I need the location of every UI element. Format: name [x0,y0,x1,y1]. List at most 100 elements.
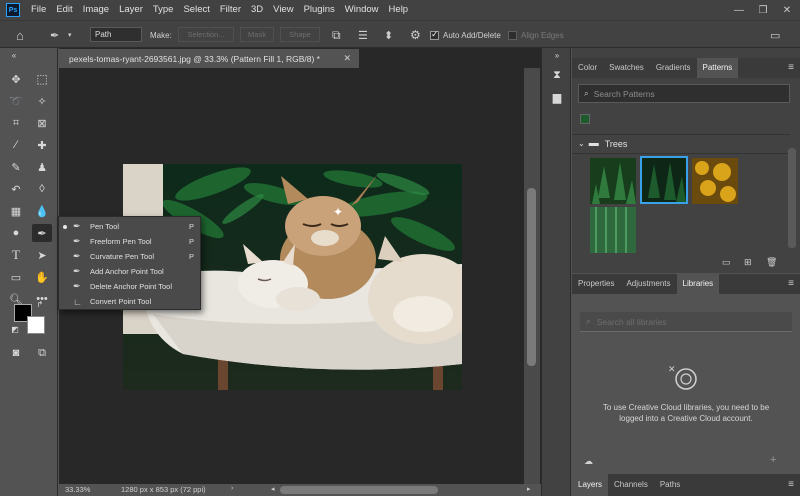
info-arrow-icon[interactable]: › [231,485,233,492]
history-panel-icon[interactable]: ⧗ [547,66,567,84]
collapse-arrows-icon[interactable]: » [547,50,567,60]
restore-icon[interactable]: ❐ [752,0,774,20]
frame-tool-icon[interactable]: ⊠ [32,114,52,132]
path-selection-tool-icon[interactable]: ➤ [32,246,52,264]
flyout-item-add-anchor[interactable]: ✒ Add Anchor Point Tool [59,264,200,279]
cloud-sync-icon[interactable]: ☁ [584,456,593,467]
search-patterns-field[interactable]: ⌕ Search Patterns [578,84,790,103]
mask-button[interactable]: Mask [240,27,274,42]
menu-view[interactable]: View [268,0,298,20]
menu-layer[interactable]: Layer [114,0,148,20]
pattern-swatch-trees-1[interactable] [590,158,636,204]
patterns-scrollbar[interactable] [788,148,796,248]
scroll-left-icon[interactable]: ◂ [271,485,275,493]
gradient-tool-icon[interactable]: ▦ [6,202,26,220]
close-icon[interactable]: ✕ [776,0,798,20]
panel-menu-icon[interactable]: ≡ [788,58,794,78]
menu-select[interactable]: Select [178,0,214,20]
default-colors-icon[interactable]: ◩ [10,324,20,334]
tab-layers[interactable]: Layers [572,474,609,496]
gear-icon[interactable]: ⚙ [410,21,421,49]
clone-stamp-tool-icon[interactable]: ♟ [32,158,52,176]
pattern-swatch-trees-3[interactable] [692,158,738,204]
menu-plugins[interactable]: Plugins [299,0,340,20]
new-group-icon[interactable]: ▭ [722,257,731,268]
eraser-tool-icon[interactable]: ◊ [32,180,52,198]
brush-tool-icon[interactable]: ✎ [6,158,26,176]
menu-image[interactable]: Image [78,0,114,20]
pen-tool-icon[interactable]: ✒ [32,224,52,242]
auto-add-delete-checkbox[interactable]: Auto Add/Delete [430,21,501,49]
rectangle-tool-icon[interactable]: ▭ [6,268,26,286]
tab-swatches[interactable]: Swatches [603,58,650,78]
menu-type[interactable]: Type [148,0,179,20]
menu-window[interactable]: Window [340,0,384,20]
menu-3d[interactable]: 3D [246,0,268,20]
trash-icon[interactable]: 🗑︎ [766,257,777,268]
crop-tool-icon[interactable]: ⌗ [6,114,26,132]
selection-button[interactable]: Selection... [178,27,234,42]
recent-pattern-swatch[interactable] [580,114,590,124]
tab-adjustments[interactable]: Adjustments [620,274,676,294]
new-pattern-icon[interactable]: ⊞ [744,257,752,268]
path-arrangement-icon[interactable]: ⬍ [384,21,393,49]
add-icon[interactable]: + [770,454,776,466]
panel-menu-icon[interactable]: ≡ [788,274,794,294]
pattern-swatch-trees-4[interactable] [590,207,636,253]
collapse-arrows-icon[interactable]: « [4,50,24,60]
history-brush-tool-icon[interactable]: ↶ [6,180,26,198]
zoom-level[interactable]: 33.33% [65,485,90,494]
tab-properties[interactable]: Properties [572,274,620,294]
menu-filter[interactable]: Filter [215,0,246,20]
tab-gradients[interactable]: Gradients [650,58,697,78]
lasso-tool-icon[interactable]: ➰ [6,92,26,110]
pattern-swatch-trees-2-selected[interactable] [640,156,688,204]
hand-tool-icon[interactable]: ✋ [32,268,52,286]
flyout-item-curvature-pen[interactable]: ✒ Curvature Pen Tool P [59,249,200,264]
magic-wand-tool-icon[interactable]: ✧ [32,92,52,110]
mode-dropdown[interactable]: Path [90,27,142,42]
comments-panel-icon[interactable]: ▆ [547,88,567,106]
pattern-group-header[interactable]: ⌄ ▬ Trees [578,138,627,149]
menu-file[interactable]: File [26,0,51,20]
tab-color[interactable]: Color [572,58,603,78]
swap-colors-icon[interactable]: ↱ [34,298,46,310]
flyout-item-convert-point[interactable]: ∟ Convert Point Tool [59,294,200,309]
menu-edit[interactable]: Edit [51,0,77,20]
path-operations-icon[interactable]: ⧉ [332,21,341,49]
scroll-right-icon[interactable]: ▸ [527,485,531,493]
shape-button[interactable]: Shape [280,27,320,42]
pen-tool-preset-icon[interactable]: ✒ [50,21,59,49]
eyedropper-tool-icon[interactable]: ⁄ [6,136,26,154]
healing-brush-tool-icon[interactable]: ✚ [32,136,52,154]
marquee-tool-icon[interactable]: ⬚ [32,70,52,88]
screen-mode-icon[interactable]: ⧉ [32,344,52,362]
document-tab[interactable]: pexels-tomas-ryant-2693561.jpg @ 33.3% (… [59,49,359,68]
vertical-scroll-thumb[interactable] [527,188,536,366]
checkbox-checked-icon[interactable] [430,29,439,40]
horizontal-scroll-thumb[interactable] [280,486,438,494]
background-color-swatch[interactable] [27,316,45,334]
workspace-icon[interactable]: ▭ [770,21,780,49]
path-alignment-icon[interactable]: ☰ [358,21,368,49]
tab-patterns[interactable]: Patterns [696,58,739,78]
flyout-item-freeform-pen[interactable]: ✒ Freeform Pen Tool P [59,234,200,249]
tab-paths[interactable]: Paths [654,474,686,496]
flyout-item-pen[interactable]: ✒ Pen Tool P [59,219,200,234]
tab-libraries[interactable]: Libraries [676,274,720,294]
blur-tool-icon[interactable]: 💧 [32,202,52,220]
close-tab-icon[interactable]: ✕ [343,53,351,64]
tab-channels[interactable]: Channels [608,474,654,496]
move-tool-icon[interactable]: ✥ [6,70,26,88]
search-libraries-field[interactable]: ⌕ Search all libraries [580,312,792,332]
minimize-icon[interactable]: — [728,0,750,20]
flyout-item-delete-anchor[interactable]: ✒ Delete Anchor Point Tool [59,279,200,294]
chevron-down-icon[interactable]: ▾ [68,21,72,49]
home-icon[interactable]: ⌂ [16,21,24,49]
dodge-tool-icon[interactable]: ● [6,224,26,242]
menu-help[interactable]: Help [384,0,414,20]
type-tool-icon[interactable]: T [6,246,26,264]
creative-cloud-icon: ✕ [668,362,702,392]
quick-mask-icon[interactable]: ◙ [6,344,26,362]
panel-menu-icon[interactable]: ≡ [788,474,794,496]
